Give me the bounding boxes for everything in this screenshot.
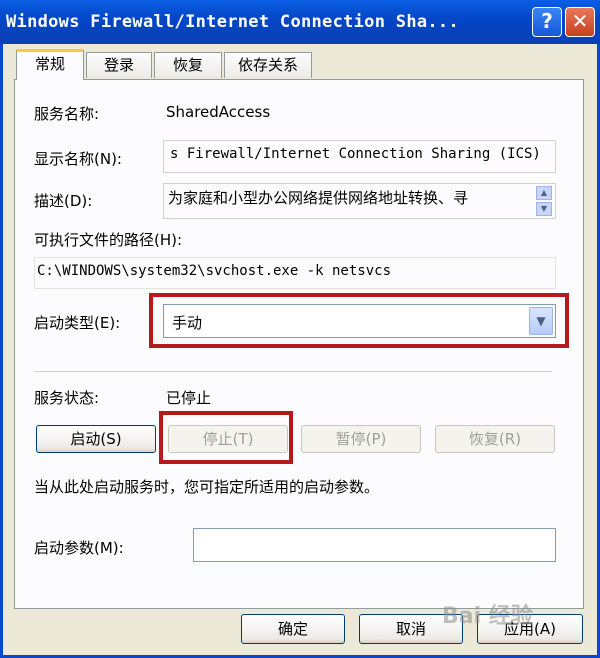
start-params-label: 启动参数(M):	[34, 539, 124, 557]
service-status-label: 服务状态:	[34, 389, 100, 407]
tab-general[interactable]: 常规	[16, 49, 84, 80]
description-field[interactable]: 为家庭和小型办公网络提供网络地址转换、寻	[163, 183, 556, 219]
close-button[interactable]: ✕	[565, 7, 595, 37]
watermark-text: Bai 经验	[442, 604, 533, 629]
resume-button[interactable]: 恢复(R)	[435, 425, 555, 453]
window-title: Windows Firewall/Internet Connection Sha…	[6, 12, 459, 32]
tab-dependencies[interactable]: 依存关系	[224, 52, 312, 78]
startup-type-label: 启动类型(E):	[34, 314, 121, 332]
exe-path-field[interactable]: C:\WINDOWS\system32\svchost.exe -k netsv…	[34, 257, 556, 289]
scroll-up-icon[interactable]: ▲	[536, 186, 552, 200]
divider	[34, 371, 552, 373]
description-label: 描述(D):	[34, 192, 93, 210]
tab-logon[interactable]: 登录	[86, 52, 152, 78]
title-bar[interactable]: Windows Firewall/Internet Connection Sha…	[0, 0, 600, 44]
scroll-down-icon[interactable]: ▼	[536, 202, 552, 216]
stop-button[interactable]: 停止(T)	[168, 425, 288, 453]
exe-path-label: 可执行文件的路径(H):	[34, 231, 183, 249]
chevron-down-icon[interactable]: ▼	[529, 307, 553, 335]
ok-button[interactable]: 确定	[241, 614, 345, 644]
start-button[interactable]: 启动(S)	[36, 425, 156, 453]
display-name-label: 显示名称(N):	[34, 150, 122, 168]
service-name-label: 服务名称:	[34, 105, 100, 123]
display-name-value: s Firewall/Internet Connection Sharing (…	[170, 146, 541, 162]
tab-recovery[interactable]: 恢复	[154, 52, 222, 78]
service-status-value: 已停止	[166, 389, 212, 407]
service-name-value: SharedAccess	[166, 103, 271, 121]
exe-path-value: C:\WINDOWS\system32\svchost.exe -k netsv…	[37, 263, 392, 279]
start-params-hint: 当从此处启动服务时，您可指定所适用的启动参数。	[34, 478, 380, 496]
help-button[interactable]: ?	[532, 7, 562, 37]
pause-button[interactable]: 暂停(P)	[301, 425, 421, 453]
start-params-input[interactable]	[193, 528, 556, 562]
baidu-watermark-logo: Bai 经验	[442, 598, 533, 630]
description-value: 为家庭和小型办公网络提供网络地址转换、寻	[168, 189, 469, 207]
startup-type-value: 手动	[172, 314, 203, 332]
startup-type-select[interactable]: 手动 ▼	[163, 304, 556, 338]
display-name-field[interactable]: s Firewall/Internet Connection Sharing (…	[163, 140, 556, 173]
